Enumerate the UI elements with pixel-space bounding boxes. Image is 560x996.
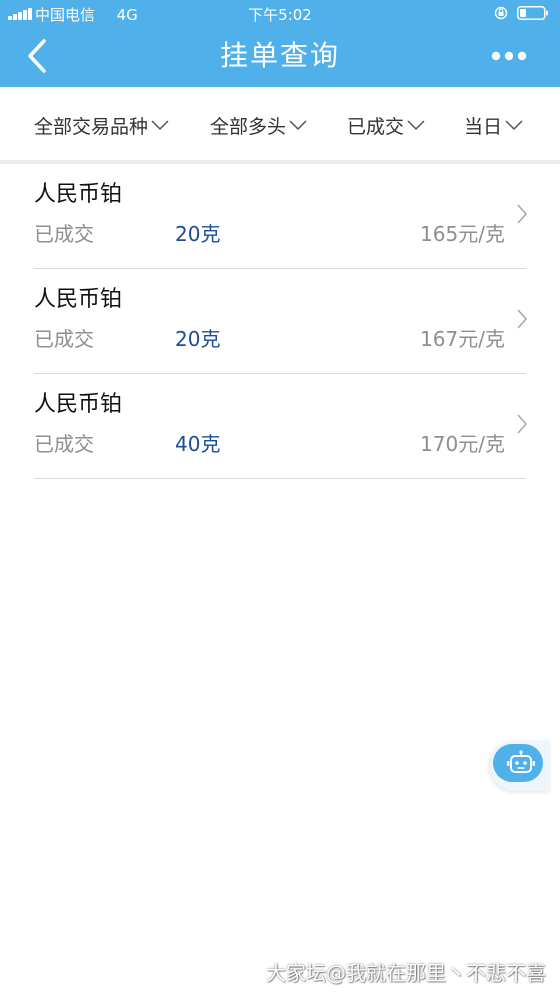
filter-label: 已成交 (347, 115, 405, 138)
chevron-down-icon (289, 120, 307, 131)
status-bar: 中国电信 4G 下午5:02 (0, 0, 560, 28)
filter-status[interactable]: 已成交 (347, 111, 425, 139)
robot-icon (507, 750, 535, 773)
order-price: 170元/克 (420, 432, 505, 456)
order-name: 人民币铂 (34, 392, 123, 417)
order-name: 人民币铂 (34, 182, 123, 207)
chevron-down-icon (151, 120, 169, 131)
order-status: 已成交 (34, 432, 94, 456)
order-status: 已成交 (34, 222, 94, 246)
chevron-down-icon (407, 120, 425, 131)
list-item[interactable]: 人民币铂 已成交 20克 165元/克 (0, 164, 560, 269)
chevron-down-icon (505, 120, 523, 131)
page-title: 挂单查询 (219, 39, 340, 72)
row-divider (34, 478, 526, 479)
order-quantity: 40克 (175, 432, 221, 456)
filter-instrument[interactable]: 全部交易品种 (34, 111, 169, 139)
order-quantity: 20克 (175, 327, 221, 351)
battery-icon (517, 6, 548, 20)
list-item[interactable]: 人民币铂 已成交 20克 167元/克 (0, 269, 560, 374)
list-item[interactable]: 人民币铂 已成交 40克 170元/克 (0, 374, 560, 479)
filter-label: 全部多头 (210, 115, 287, 138)
nav-bar: 挂单查询 (0, 28, 560, 87)
order-quantity: 20克 (175, 222, 221, 246)
filter-label: 全部交易品种 (34, 115, 149, 138)
order-status: 已成交 (34, 327, 94, 351)
chevron-right-icon (517, 414, 528, 434)
more-dots-icon[interactable] (484, 40, 534, 72)
status-time: 下午5:02 (248, 6, 312, 24)
watermark-text: 大家坛@我就在那里丶不悲不喜 (266, 961, 546, 985)
assistant-button-circle (493, 744, 543, 782)
chevron-right-icon (517, 204, 528, 224)
app-header: 中国电信 4G 下午5:02 挂单查询 (0, 0, 560, 87)
filter-direction[interactable]: 全部多头 (210, 111, 307, 139)
filter-label: 当日 (464, 115, 503, 138)
order-list: 人民币铂 已成交 20克 165元/克 人民币铂 已成交 20克 167元/克 … (0, 164, 560, 479)
filter-bar: 全部交易品种 全部多头 已成交 当日 (0, 87, 560, 160)
order-price: 167元/克 (420, 327, 505, 351)
back-button[interactable] (22, 36, 54, 76)
filter-date[interactable]: 当日 (464, 111, 523, 139)
chevron-right-icon (517, 309, 528, 329)
assistant-button[interactable] (490, 741, 550, 791)
orientation-lock-icon (494, 6, 508, 20)
order-price: 165元/克 (420, 222, 505, 246)
order-name: 人民币铂 (34, 287, 123, 312)
